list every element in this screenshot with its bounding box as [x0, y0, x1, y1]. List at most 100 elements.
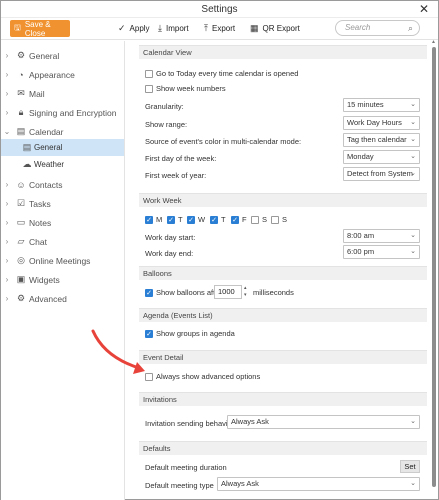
- day-checkbox-sun[interactable]: S: [271, 215, 287, 224]
- import-button[interactable]: ⤓ Import: [158, 23, 189, 34]
- chevron-right-icon: ›: [5, 256, 9, 265]
- checkbox-box: [271, 215, 279, 224]
- day-checkbox-wed[interactable]: ✓ W: [187, 215, 205, 224]
- sidebar-subitem-calendar-general[interactable]: ▤ General: [1, 139, 124, 156]
- advanced-icon: ⚙: [16, 293, 26, 303]
- sidebar-item-label: Widgets: [29, 274, 60, 285]
- qr-export-button[interactable]: ▦ QR Export: [250, 23, 300, 34]
- always-advanced-checkbox[interactable]: Always show advanced options: [145, 372, 260, 381]
- sidebar-item-label: Calendar: [29, 126, 64, 137]
- day-label: T: [221, 215, 226, 224]
- sidebar-item-label: Appearance: [29, 69, 75, 80]
- day-checkbox-mon[interactable]: ✓ M: [145, 215, 162, 224]
- scrollbar-thumb[interactable]: [432, 47, 436, 487]
- scroll-up-icon[interactable]: ▲: [431, 39, 436, 45]
- chevron-right-icon: ›: [5, 218, 9, 227]
- day-label: M: [156, 215, 163, 224]
- day-checkbox-tue[interactable]: ✓ T: [167, 215, 183, 224]
- checkbox-box: ✓: [210, 215, 218, 224]
- milliseconds-label: milliseconds: [253, 288, 294, 297]
- section-calendar-view: Calendar View: [139, 45, 427, 59]
- balloons-delay-input[interactable]: 1000: [214, 285, 242, 299]
- show-groups-checkbox[interactable]: ✓ Show groups in agenda: [145, 329, 235, 338]
- show-balloons-checkbox[interactable]: ✓ Show balloons after: [145, 288, 222, 297]
- show-range-select[interactable]: Work Day Hours ⌄: [343, 116, 420, 130]
- section-event-detail: Event Detail: [139, 350, 427, 364]
- set-duration-button[interactable]: Set: [400, 460, 420, 473]
- day-checkbox-thu[interactable]: ✓ T: [210, 215, 226, 224]
- select-value: 15 minutes: [347, 100, 384, 109]
- invitation-behavior-select[interactable]: Always Ask ⌄: [227, 415, 420, 429]
- chevron-right-icon: ›: [5, 275, 9, 284]
- section-invitations: Invitations: [139, 392, 427, 406]
- sidebar-item-advanced[interactable]: › ⚙ Advanced: [1, 289, 124, 308]
- chevron-right-icon: ›: [5, 294, 9, 303]
- qr-code-icon: ▦: [250, 23, 259, 33]
- vertical-scrollbar[interactable]: ▲: [431, 39, 437, 500]
- checkbox-label: Always show advanced options: [156, 372, 261, 381]
- sidebar-item-label: Signing and Encryption: [29, 107, 117, 118]
- sidebar-item-label: Mail: [29, 88, 45, 99]
- sidebar-subitem-label: General: [34, 143, 63, 152]
- select-value: Detect from System: [347, 169, 413, 178]
- chevron-down-icon: ⌄: [410, 153, 416, 160]
- day-label: W: [198, 215, 206, 224]
- work-day-start-label: Work day start:: [145, 233, 195, 242]
- chevron-down-icon: ⌄: [410, 136, 416, 143]
- export-button[interactable]: ⤒ Export: [204, 23, 235, 34]
- checkbox-box: [145, 84, 153, 93]
- apply-label: Apply: [129, 24, 150, 33]
- source-color-label: Source of event's color in multi-calenda…: [145, 137, 302, 146]
- sidebar-item-mail[interactable]: › ✉ Mail: [1, 84, 124, 103]
- lock-icon: 🔒︎: [18, 107, 24, 117]
- sidebar-item-contacts[interactable]: › ☺ Contacts: [1, 175, 124, 194]
- sidebar-item-appearance[interactable]: › ◔ Appearance: [1, 65, 124, 84]
- sidebar-item-notes[interactable]: › ▭ Notes: [1, 213, 124, 232]
- sidebar-item-widgets[interactable]: › ▣ Widgets: [1, 270, 124, 289]
- sidebar-item-signing[interactable]: › 🔒︎ Signing and Encryption: [1, 103, 124, 122]
- select-value: 6:00 pm: [347, 247, 375, 256]
- work-day-start-select[interactable]: 8:00 am ⌄: [343, 229, 420, 243]
- sidebar-item-online-meetings[interactable]: › ◎ Online Meetings: [1, 251, 124, 270]
- annotation-arrow: [91, 329, 145, 374]
- sidebar-subitem-weather[interactable]: ☁ Weather: [1, 156, 124, 173]
- select-value: Always Ask: [221, 479, 259, 488]
- sidebar-item-tasks[interactable]: › ☑ Tasks: [1, 194, 124, 213]
- show-range-label: Show range:: [145, 120, 188, 129]
- sidebar-item-label: General: [29, 50, 60, 61]
- checkbox-label: Show week numbers: [156, 84, 226, 93]
- mail-icon: ✉: [17, 88, 25, 98]
- default-type-select[interactable]: Always Ask ⌄: [217, 477, 420, 491]
- chevron-right-icon: ›: [5, 51, 9, 60]
- spin-arrows-icon[interactable]: ▴ ▾: [244, 285, 247, 299]
- granularity-select[interactable]: 15 minutes ⌄: [343, 98, 420, 112]
- first-week-select[interactable]: Detect from System ⌄: [343, 167, 420, 181]
- day-label: S: [262, 215, 268, 224]
- widgets-icon: ▣: [16, 274, 26, 284]
- day-checkbox-sat[interactable]: S: [251, 215, 267, 224]
- first-week-label: First week of year:: [145, 171, 207, 180]
- save-close-button[interactable]: 🖫 Save & Close: [10, 19, 70, 38]
- apply-button[interactable]: ✓ Apply: [118, 23, 150, 34]
- invitation-behavior-label: Invitation sending behavior:: [145, 419, 237, 428]
- first-day-label: First day of the week:: [145, 154, 217, 163]
- first-day-select[interactable]: Monday ⌄: [343, 150, 420, 164]
- close-icon[interactable]: ✕: [419, 2, 429, 16]
- sidebar-item-general[interactable]: › ⚙ General: [1, 46, 124, 65]
- section-agenda: Agenda (Events List): [139, 308, 427, 322]
- go-today-checkbox[interactable]: Go to Today every time calendar is opene…: [145, 69, 298, 78]
- section-defaults: Defaults: [139, 441, 427, 455]
- select-value: Monday: [347, 152, 374, 161]
- day-checkbox-fri[interactable]: ✓ F: [231, 215, 247, 224]
- calendar-icon: ▤: [16, 126, 26, 136]
- sidebar-item-label: Chat: [29, 236, 47, 247]
- source-color-select[interactable]: Tag then calendar ⌄: [343, 133, 420, 147]
- tasks-icon: ☑: [16, 198, 26, 208]
- week-numbers-checkbox[interactable]: Show week numbers: [145, 84, 226, 93]
- sidebar-item-label: Advanced: [29, 293, 67, 304]
- save-close-label: Save & Close: [24, 19, 51, 38]
- work-day-end-select[interactable]: 6:00 pm ⌄: [343, 245, 420, 259]
- default-type-label: Default meeting type: [145, 481, 214, 490]
- sidebar-item-chat[interactable]: › ▱ Chat: [1, 232, 124, 251]
- search-input[interactable]: Search ⌕: [335, 20, 420, 36]
